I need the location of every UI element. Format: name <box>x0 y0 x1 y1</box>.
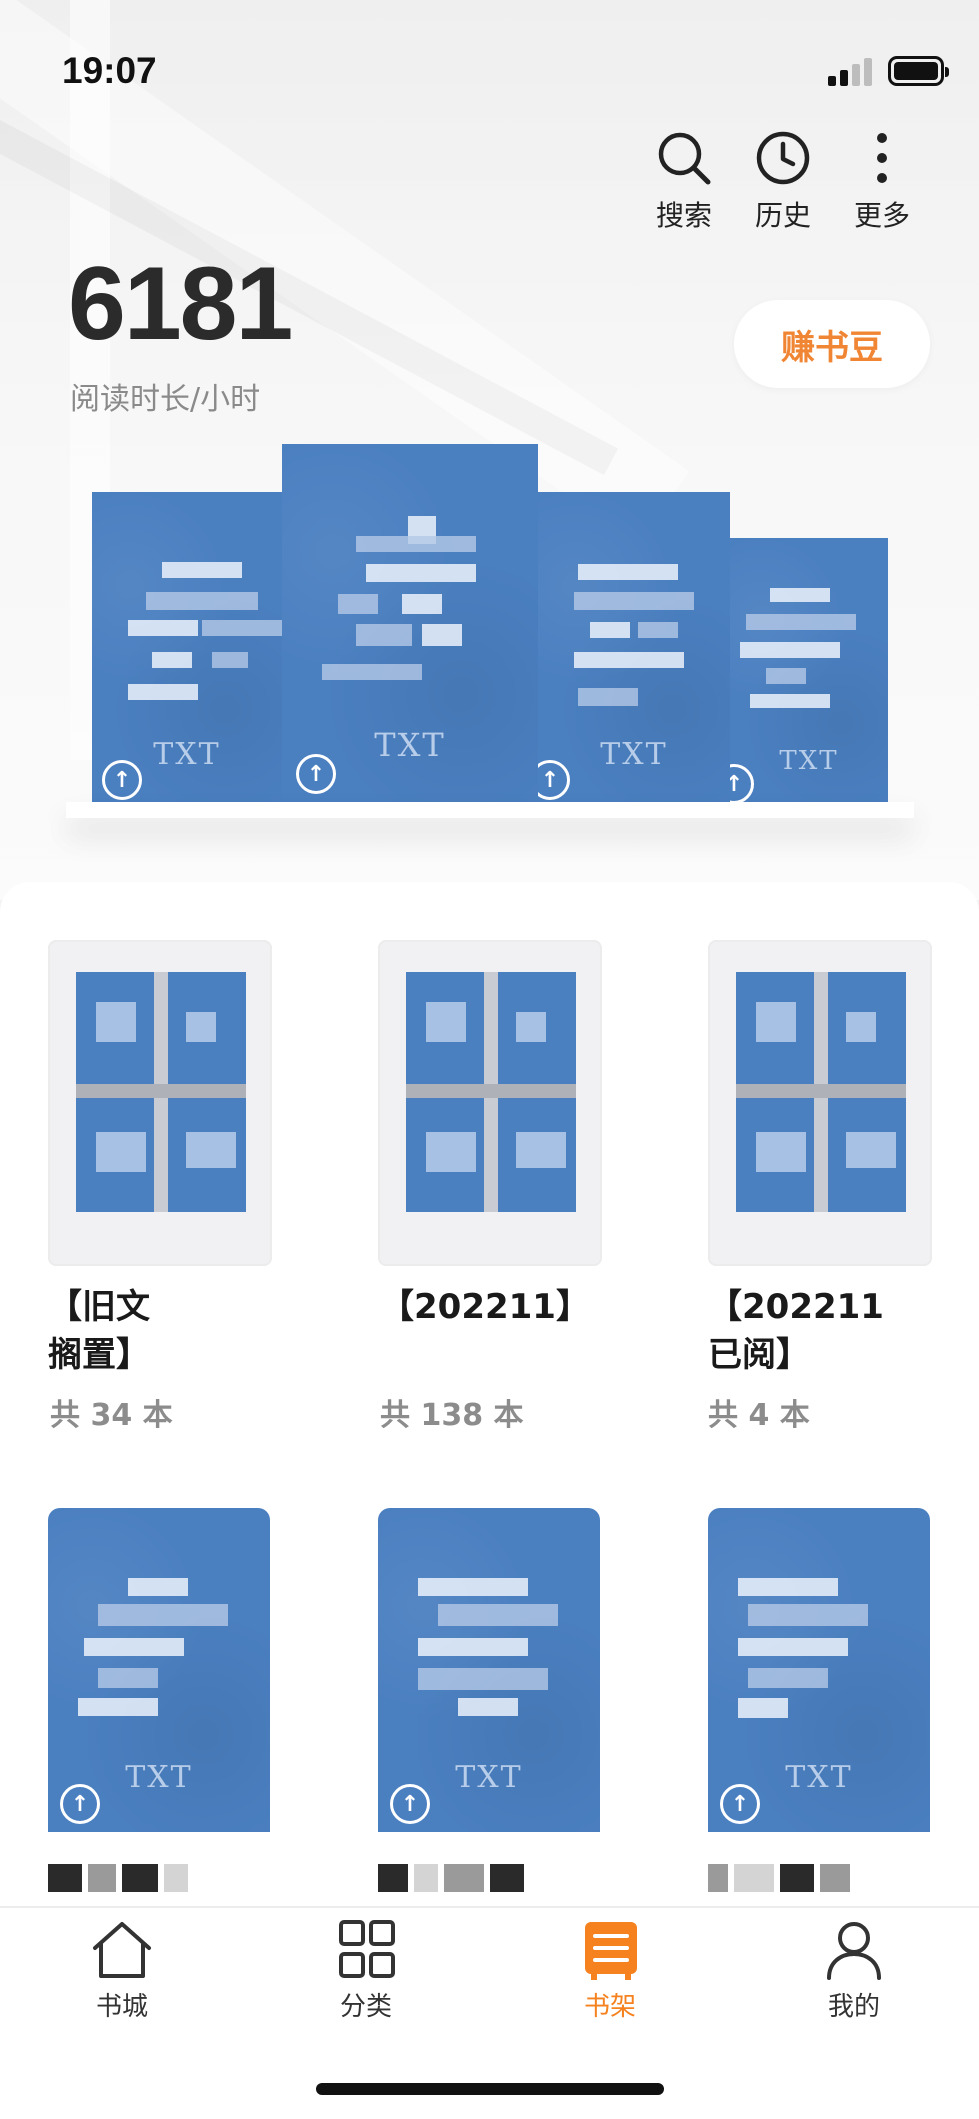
folder-preview <box>736 972 906 1212</box>
shelf-book[interactable]: TXT ↑ <box>538 492 730 802</box>
book-title-redacted <box>378 1864 524 1892</box>
battery-icon <box>888 56 949 86</box>
folder-title[interactable]: 【旧文 搁置】 <box>48 1283 150 1379</box>
search-icon <box>658 132 711 185</box>
upload-icon: ↑ <box>60 1784 100 1824</box>
folder-cover[interactable] <box>378 940 602 1266</box>
more-button[interactable]: 更多 <box>832 130 932 234</box>
folder-title[interactable]: 【202211】 <box>380 1283 590 1331</box>
more-vertical-icon <box>877 133 887 183</box>
status-time: 19:07 <box>62 50 157 91</box>
folder-cover[interactable] <box>48 940 272 1266</box>
user-icon <box>827 1922 881 1980</box>
folder-preview <box>76 972 246 1212</box>
earn-beans-button[interactable]: 赚书豆 <box>734 300 930 388</box>
tab-label: 我的 <box>827 1992 880 2022</box>
shelf-book[interactable]: TXT ↑ <box>730 538 888 802</box>
shelf-book[interactable]: TXT ↑ <box>92 492 282 802</box>
folder-count: 共 138 本 <box>380 1398 524 1433</box>
reading-hours-value: 6181 <box>68 246 293 362</box>
home-indicator[interactable] <box>316 2083 664 2095</box>
upload-icon: ↑ <box>296 754 336 794</box>
book-title-redacted <box>708 1864 850 1892</box>
tab-label: 分类 <box>339 1992 392 2022</box>
home-icon <box>93 1922 151 1978</box>
upload-icon: ↑ <box>720 1784 760 1824</box>
upload-icon: ↑ <box>390 1784 430 1824</box>
grid-icon <box>339 1920 395 1978</box>
book-title-redacted <box>48 1864 188 1892</box>
history-label: 历史 <box>754 199 811 232</box>
upload-icon: ↑ <box>538 760 570 800</box>
reading-hours-label: 阅读时长/小时 <box>70 382 261 417</box>
search-label: 搜索 <box>655 199 712 232</box>
tab-profile[interactable]: 我的 <box>732 1908 976 2048</box>
more-label: 更多 <box>853 199 910 232</box>
tab-category[interactable]: 分类 <box>244 1908 488 2048</box>
bookshelf-icon <box>585 1922 637 1980</box>
search-button[interactable]: 搜索 <box>634 130 734 234</box>
folder-cover[interactable] <box>708 940 932 1266</box>
book-cover[interactable]: TXT ↑ <box>378 1508 600 1832</box>
signal-icon <box>828 58 876 86</box>
clock-icon <box>756 131 810 185</box>
tab-label: 书城 <box>95 1992 148 2022</box>
folder-title[interactable]: 【202211 已阅】 <box>708 1283 884 1379</box>
upload-icon: ↑ <box>102 760 142 800</box>
folder-count: 共 4 本 <box>708 1398 810 1433</box>
tab-bookshelf[interactable]: 书架 <box>488 1908 732 2048</box>
book-cover[interactable]: TXT ↑ <box>708 1508 930 1832</box>
tab-label: 书架 <box>583 1992 636 2022</box>
bookshelf-board <box>66 802 914 818</box>
shelf-book[interactable]: TXT ↑ <box>282 444 538 802</box>
folder-preview <box>406 972 576 1212</box>
cover-text: TXT <box>600 737 668 772</box>
history-button[interactable]: 历史 <box>733 130 833 234</box>
tab-bookstore[interactable]: 书城 <box>0 1908 244 2048</box>
book-cover[interactable]: TXT ↑ <box>48 1508 270 1832</box>
folder-count: 共 34 本 <box>50 1398 173 1433</box>
cover-text: TXT <box>779 746 839 776</box>
